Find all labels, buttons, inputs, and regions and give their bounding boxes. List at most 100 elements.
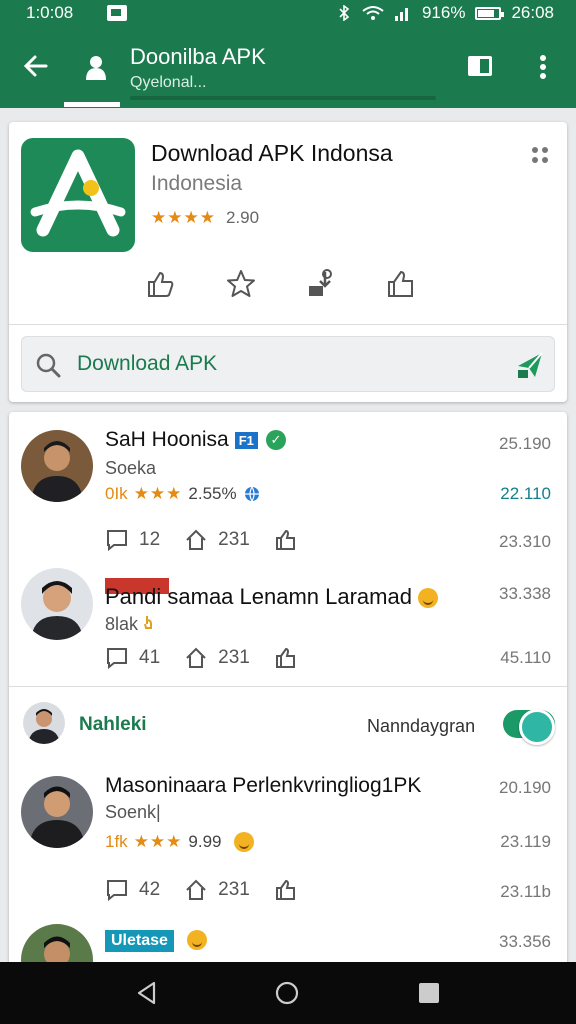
comment-button[interactable]: 12 xyxy=(105,528,160,552)
like-icon[interactable] xyxy=(274,878,298,902)
bluetooth-icon xyxy=(339,5,350,21)
feed-card: SaH Hoonisa F1 ✓ Soeka 0Ik ★★★ 2.55% 25.19… xyxy=(9,412,567,972)
wifi-icon xyxy=(362,6,384,20)
nav-recents-icon[interactable] xyxy=(416,980,442,1006)
section-toggle[interactable] xyxy=(503,709,555,745)
comment-count: 12 xyxy=(139,529,161,550)
post-time: 20.190 xyxy=(499,778,551,797)
avatar[interactable] xyxy=(21,776,93,848)
back-arrow-icon[interactable] xyxy=(22,52,50,80)
comment-button[interactable]: 42 xyxy=(105,878,160,902)
post-actions: 42 231 xyxy=(105,878,298,902)
meta-stars: ★★★ xyxy=(133,484,183,503)
like-icon[interactable] xyxy=(274,646,298,670)
share-button[interactable]: 231 xyxy=(184,878,250,902)
post-badge: Uletase xyxy=(105,930,174,952)
app-logo[interactable] xyxy=(21,138,135,252)
share-count: 231 xyxy=(218,529,250,550)
post-count: 22.110 xyxy=(500,484,551,503)
user-icon[interactable] xyxy=(84,54,108,80)
home-share-icon xyxy=(186,647,206,668)
post-subtitle: Soeka xyxy=(105,458,157,478)
comment-count: 41 xyxy=(139,647,161,668)
post-meta: 0Ik ★★★ 2.55% xyxy=(105,484,261,504)
image-notification-icon xyxy=(107,5,128,21)
post-subtitle: 8lak xyxy=(105,614,155,635)
post-stat: 45.110 xyxy=(500,648,551,667)
thumbs-up-icon[interactable] xyxy=(385,268,417,300)
avatar-photo-icon xyxy=(21,568,93,640)
post-author-name: SaH Hoonisa xyxy=(105,428,229,451)
home-share-icon xyxy=(186,879,206,900)
more-vert-icon[interactable] xyxy=(536,52,550,82)
post-stat: 23.11b xyxy=(500,882,551,901)
post-count: 23.119 xyxy=(500,832,551,851)
post-author[interactable]: SaH Hoonisa F1 ✓ xyxy=(105,428,286,452)
section-avatar[interactable] xyxy=(23,702,65,744)
rating-stars: ★★★★ xyxy=(151,208,216,227)
avatar-photo-icon xyxy=(21,776,93,848)
book-icon[interactable] xyxy=(466,54,494,78)
meta-prefix: 0Ik xyxy=(105,484,128,503)
app-bar: Doonilba APK Qyelonal... xyxy=(0,26,576,108)
emoji-icon xyxy=(187,930,207,950)
grid-dots-icon[interactable] xyxy=(531,146,549,164)
post-time: 33.338 xyxy=(499,584,551,603)
share-button[interactable]: 231 xyxy=(184,528,250,552)
section-title: Nahleki xyxy=(79,714,147,735)
like-icon[interactable] xyxy=(274,528,298,552)
verified-check-icon: ✓ xyxy=(265,430,286,451)
search-text: Download APK xyxy=(77,352,218,375)
post-stat: 23.310 xyxy=(499,532,551,551)
app-rating: ★★★★ 2.90 xyxy=(151,208,259,228)
globe-icon xyxy=(244,486,259,503)
search-bar[interactable]: Download APK xyxy=(21,336,555,392)
meta-stars: ★★★ xyxy=(133,832,183,851)
post-subtitle-text: 8lak xyxy=(105,614,139,634)
meta-prefix: 1fk xyxy=(105,832,128,851)
send-download-icon[interactable] xyxy=(515,350,545,380)
search-icon xyxy=(36,353,61,378)
tab-indicator xyxy=(64,102,120,107)
comment-button[interactable]: 41 xyxy=(105,646,160,670)
app-name: Download APK Indonsa xyxy=(151,140,393,166)
comment-icon xyxy=(107,530,127,552)
post-actions: 41 231 xyxy=(105,646,298,670)
like-icon[interactable] xyxy=(145,268,177,300)
post-author[interactable]: Pandi samaa Lenamn Laramad xyxy=(105,584,438,610)
status-time: 1:0:08 xyxy=(26,3,74,22)
battery-icon xyxy=(475,6,505,20)
download-icon[interactable] xyxy=(305,268,337,300)
section-divider xyxy=(9,686,567,687)
app-bar-subtitle: Qyelonal... xyxy=(130,74,207,91)
author-badge: F1 xyxy=(234,431,258,449)
system-nav-bar xyxy=(0,962,576,1024)
hand-icon xyxy=(144,616,153,629)
avatar[interactable] xyxy=(21,430,93,502)
meta-value: 9.99 xyxy=(188,832,222,851)
rating-value: 2.90 xyxy=(225,208,260,227)
share-button[interactable]: 231 xyxy=(184,646,250,670)
status-bar: 1:0:08 916% 26:08 xyxy=(0,0,576,26)
battery-percent: 916% xyxy=(421,3,466,22)
status-clock: 26:08 xyxy=(511,3,554,22)
emoji-icon xyxy=(417,588,438,609)
meta-value: 2.55% xyxy=(188,484,237,503)
comment-icon xyxy=(107,880,127,902)
post-time: 25.190 xyxy=(499,434,551,453)
post-actions: 12 231 xyxy=(105,528,298,552)
post-subtitle: Soenk| xyxy=(105,802,161,822)
app-info-card: Download APK Indonsa Indonesia ★★★★ 2.90… xyxy=(9,122,567,402)
app-actions xyxy=(145,268,417,300)
star-icon[interactable] xyxy=(225,268,257,300)
nav-back-icon[interactable] xyxy=(134,980,160,1006)
nav-home-icon[interactable] xyxy=(274,980,300,1006)
comment-count: 42 xyxy=(139,879,161,900)
post-time: 33.356 xyxy=(499,932,551,951)
avatar[interactable] xyxy=(21,568,93,640)
signal-icon xyxy=(394,8,408,21)
comment-icon xyxy=(107,648,127,670)
emoji-icon xyxy=(233,832,254,852)
post-author[interactable]: Masoninaara Perlenkvringliog1PK xyxy=(105,774,421,798)
avatar-photo-icon xyxy=(23,702,65,744)
